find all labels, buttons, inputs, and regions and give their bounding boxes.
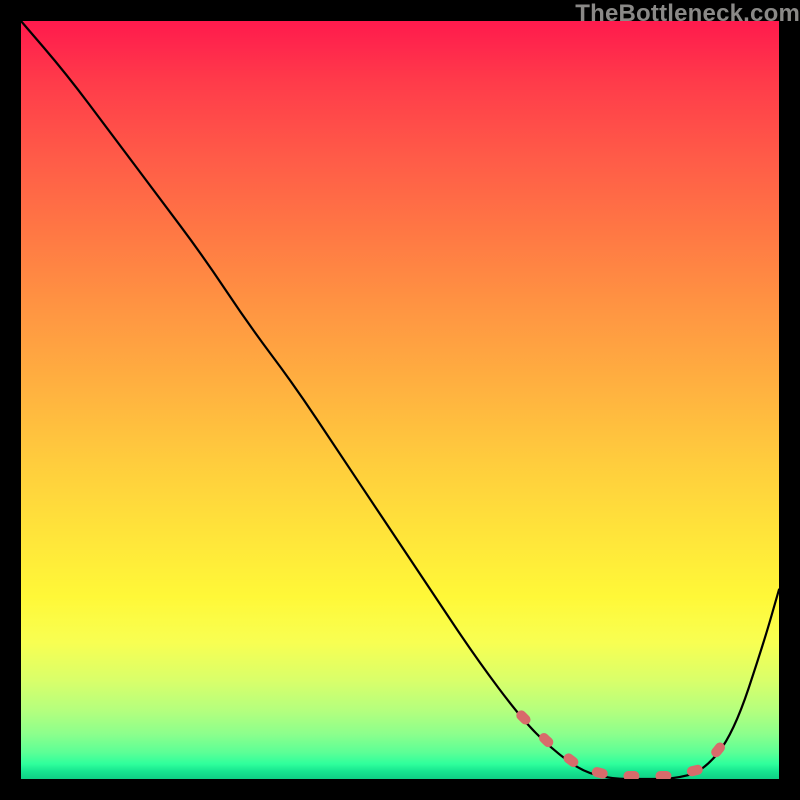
valley-highlight bbox=[521, 715, 726, 776]
chart-stage: TheBottleneck.com bbox=[0, 0, 800, 800]
curve-layer bbox=[21, 21, 779, 779]
bottleneck-curve bbox=[21, 21, 779, 779]
plot-area bbox=[21, 21, 779, 779]
